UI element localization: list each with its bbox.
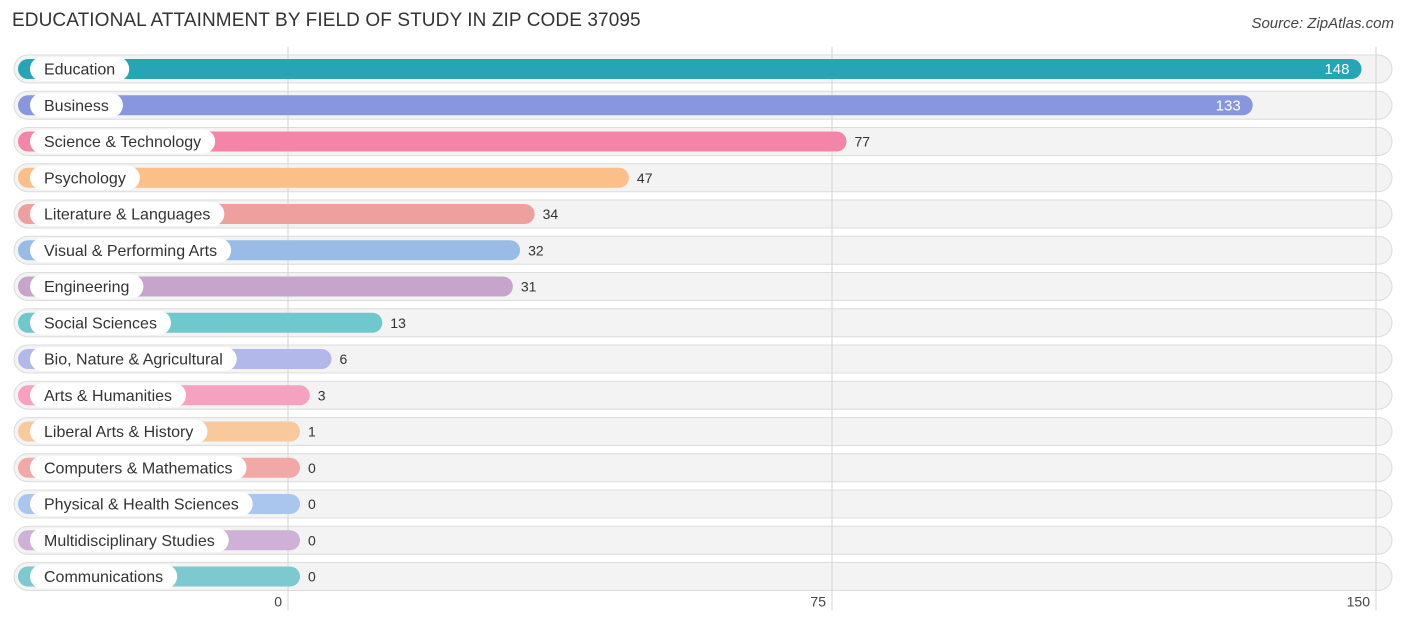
category-label: Arts & Humanities [44, 388, 172, 405]
bar-group[interactable]: Business 133 [18, 93, 1253, 118]
category-label: Liberal Arts & History [44, 424, 193, 441]
bar-group[interactable]: Arts & Humanities 3 [18, 383, 326, 408]
bar-group[interactable]: Social Sciences 13 [18, 310, 406, 335]
bar[interactable] [18, 59, 1362, 79]
value-label: 77 [855, 134, 871, 150]
tick-label: 75 [810, 594, 826, 610]
bar[interactable] [18, 95, 1253, 116]
bar-group[interactable]: Literature & Languages 34 [18, 202, 558, 226]
tick-label: 150 [1347, 594, 1371, 610]
bar-group[interactable]: Bio, Nature & Agricultural 6 [18, 347, 348, 371]
value-label: 133 [1216, 97, 1241, 114]
category-label: Education [44, 62, 115, 79]
bar-group[interactable]: Education 148 [18, 57, 1362, 81]
tick-label: 0 [274, 594, 282, 610]
bar-chart: Education 148Business 133Science & Technol… [13, 47, 1393, 611]
value-label: 148 [1324, 61, 1349, 78]
category-label: Bio, Nature & Agricultural [44, 352, 223, 369]
value-label: 47 [637, 170, 653, 186]
value-label: 0 [308, 460, 316, 476]
value-label: 32 [528, 242, 544, 258]
category-label: Social Sciences [44, 315, 157, 332]
category-label: Multidisciplinary Studies [44, 533, 215, 550]
value-label: 34 [543, 206, 559, 222]
bar-group[interactable]: Communications 0 [18, 564, 316, 589]
value-label: 13 [390, 315, 406, 331]
bar-group[interactable]: Computers & Mathematics 0 [18, 455, 316, 480]
bar-group[interactable]: Science & Technology 77 [18, 129, 871, 154]
category-label: Science & Technology [44, 134, 201, 151]
value-label: 1 [308, 424, 316, 440]
value-label: 0 [308, 532, 316, 548]
category-label: Computers & Mathematics [44, 460, 233, 477]
category-label: Psychology [44, 170, 126, 187]
category-label: Communications [44, 569, 163, 586]
bar-group[interactable]: Visual & Performing Arts 32 [18, 238, 544, 263]
category-label: Literature & Languages [44, 207, 210, 224]
category-label: Engineering [44, 279, 129, 296]
value-label: 6 [340, 351, 348, 367]
category-label: Business [44, 98, 109, 115]
value-label: 31 [521, 279, 537, 295]
bar-group[interactable]: Physical & Health Sciences 0 [18, 492, 316, 516]
bar-group[interactable]: Liberal Arts & History 1 [18, 419, 316, 444]
bar-group[interactable]: Psychology 47 [18, 165, 653, 190]
category-label: Physical & Health Sciences [44, 497, 239, 514]
category-label: Visual & Performing Arts [44, 243, 217, 260]
value-label: 0 [308, 496, 316, 512]
value-label: 3 [318, 387, 326, 403]
value-label: 0 [308, 569, 316, 585]
bar-group[interactable]: Engineering 31 [18, 274, 537, 299]
axis-ticks: 0 75 150 [274, 594, 1370, 610]
bar-group[interactable]: Multidisciplinary Studies 0 [18, 528, 316, 553]
